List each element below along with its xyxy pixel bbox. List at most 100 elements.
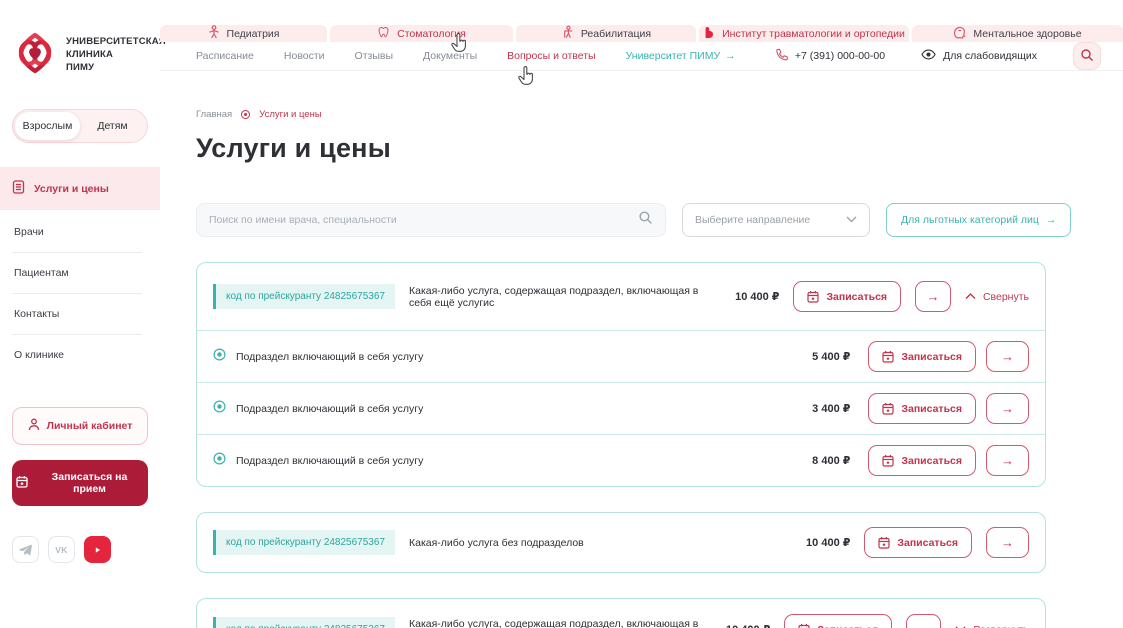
book-service-button[interactable]: Записаться [784,614,892,628]
pricelist-code: код по прейскуранту 24825675367 [216,617,395,628]
nav-schedule[interactable]: Расписание [196,50,254,62]
book-label: Записаться [901,455,962,467]
book-appointment-button[interactable]: Записаться на прием [12,460,148,506]
phone-link[interactable]: +7 (391) 000-00-00 [775,48,885,64]
calendar-icon [882,402,894,415]
service-detail-arrow-button[interactable]: → [986,527,1029,558]
department-tabs: Педиатрия Стоматология Реабилитация [160,25,1123,42]
toggle-adults[interactable]: Взрослым [15,112,80,140]
sidebar-item-label: Услуги и цены [34,183,109,195]
appointment-label: Записаться на прием [35,471,144,495]
phone-number: +7 (391) 000-00-00 [795,50,885,62]
service-card-header: код по прейскуранту 24825675367 Какая-ли… [197,599,1045,628]
subservice-row: Подраздел включающий в себя услугу 3 400… [197,382,1045,434]
doctor-search-input[interactable] [209,214,638,226]
clinic-logo[interactable]: УНИВЕРСИТЕТСКАЯ КЛИНИКА ПИМУ [0,30,160,81]
logo-hearts-icon [12,30,58,81]
breadcrumb-home[interactable]: Главная [196,109,232,120]
nav-right-group: +7 (391) 000-00-00 Для слабовидящих [775,42,1101,70]
sidebar-item-services-active[interactable]: Услуги и цены [0,167,160,210]
vk-icon[interactable]: VK [48,536,75,563]
nav-documents[interactable]: Документы [423,50,477,62]
benefits-label: Для льготных категорий лиц [901,214,1039,226]
content: Главная Услуги и цены Услуги и цены Выбе… [160,71,1123,628]
book-service-button[interactable]: Записаться [868,393,976,424]
nav-news[interactable]: Новости [284,50,325,62]
nav-university-link[interactable]: Университет ПИМУ → [626,50,736,62]
social-links: VK [12,536,148,563]
subservice-price: 8 400 ₽ [812,454,850,467]
pricelist-code-badge: код по прейскуранту 24825675367 [213,617,395,628]
service-detail-arrow-button[interactable]: → [906,614,941,628]
calendar-icon [798,623,810,628]
service-card-expanded: код по прейскуранту 24825675367 Какая-ли… [196,262,1046,487]
tab-label: Институт травматологии и ортопедии [722,28,905,40]
tab-label: Педиатрия [227,28,280,40]
sidebar-item-contacts[interactable]: Контакты [12,294,142,335]
child-icon [208,25,220,42]
tab-mental-health[interactable]: Ментальное здоровье [912,25,1123,42]
book-service-button[interactable]: Записаться [793,281,901,312]
nav-reviews[interactable]: Отзывы [355,50,393,62]
nav-faq[interactable]: Вопросы и ответы [507,50,595,62]
accessibility-label: Для слабовидящих [943,50,1037,62]
service-detail-arrow-button[interactable]: → [986,393,1029,424]
benefits-categories-link[interactable]: Для льготных категорий лиц → [886,203,1071,237]
bone-icon [703,26,715,42]
sidebar-item-patients[interactable]: Пациентам [12,253,142,294]
tab-label: Стоматология [397,28,466,40]
book-service-button[interactable]: Записаться [864,527,972,558]
service-detail-arrow-button[interactable]: → [986,445,1029,476]
subservice-price: 3 400 ₽ [812,402,850,415]
pricelist-code: код по прейскуранту 24825675367 [216,284,395,309]
search-button[interactable] [1073,42,1101,70]
document-icon [12,180,25,197]
book-label: Записаться [901,351,962,363]
expand-label: Развернуть [973,624,1029,628]
arrow-right-icon: → [725,50,736,62]
tab-dentistry[interactable]: Стоматология [330,25,513,42]
pricelist-code: код по прейскуранту 24825675367 [216,530,395,555]
service-detail-arrow-button[interactable]: → [915,281,951,312]
book-label: Записаться [901,403,962,415]
subservice-price: 5 400 ₽ [812,350,850,363]
sidebar-item-about[interactable]: О клинике [12,335,142,375]
sidebar-menu: Врачи Пациентам Контакты О клинике [12,212,142,375]
sidebar-item-doctors[interactable]: Врачи [12,212,142,253]
head-icon [953,26,966,42]
target-dot-icon [213,348,226,366]
target-dot-icon [213,400,226,418]
accessibility-toggle[interactable]: Для слабовидящих [921,49,1037,63]
personal-account-button[interactable]: Личный кабинет [12,407,148,445]
rehab-person-icon [561,25,574,42]
tab-rehabilitation[interactable]: Реабилитация [516,25,696,42]
calendar-icon [807,290,819,303]
expand-toggle[interactable]: Развернуть [955,624,1029,628]
direction-select[interactable]: Выберите направление [682,203,870,237]
service-detail-arrow-button[interactable]: → [986,341,1029,372]
service-card-collapsed: код по прейскуранту 24825675367 Какая-ли… [196,598,1046,628]
account-label: Личный кабинет [47,420,133,432]
youtube-icon[interactable] [84,536,111,563]
search-icon [1080,48,1094,65]
tab-pediatrics[interactable]: Педиатрия [160,25,327,42]
calendar-icon [882,350,894,363]
book-label: Записаться [817,624,878,628]
book-service-button[interactable]: Записаться [868,341,976,372]
calendar-icon [878,536,890,549]
subservice-row: Подраздел включающий в себя услугу 8 400… [197,434,1045,486]
toggle-children[interactable]: Детям [80,112,145,140]
telegram-icon[interactable] [12,536,39,563]
tab-traumatology[interactable]: Институт травматологии и ортопедии [699,25,909,42]
clinic-site: УНИВЕРСИТЕТСКАЯ КЛИНИКА ПИМУ Взрослым Де… [0,0,1123,628]
filters-row: Выберите направление Для льготных катего… [196,203,1046,237]
pricelist-code-badge: код по прейскуранту 24825675367 [213,284,395,309]
doctor-search-box [196,203,666,237]
clinic-name: УНИВЕРСИТЕТСКАЯ КЛИНИКА ПИМУ [66,36,166,74]
collapse-toggle[interactable]: Свернуть [965,291,1029,303]
service-price: 10 400 ₽ [806,536,850,549]
calendar-icon [16,475,28,491]
tab-label: Реабилитация [581,28,651,40]
service-card-header: код по прейскуранту 24825675367 Какая-ли… [197,513,1045,572]
book-service-button[interactable]: Записаться [868,445,976,476]
